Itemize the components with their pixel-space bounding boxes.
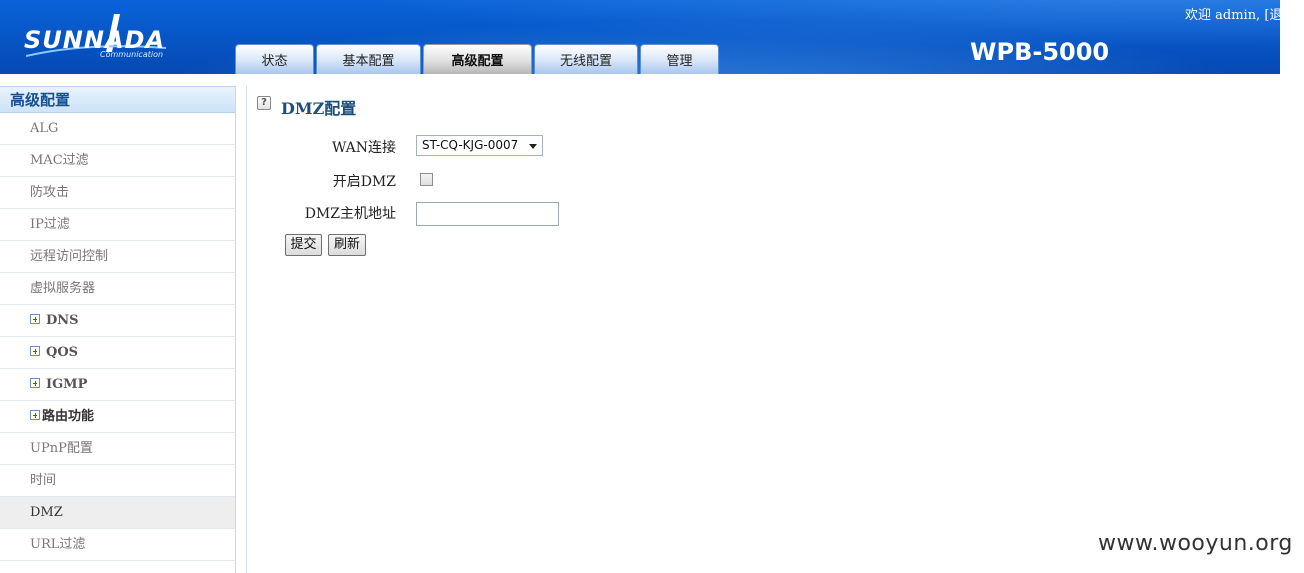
wan-connection-label: WAN连接 [331,140,396,156]
app-header: SUNNADA Communication 欢迎 admin, [退出] WPB… [0,0,1280,74]
tab-wireless-config[interactable]: 无线配置 [534,44,638,74]
submit-button[interactable]: 提交 [285,234,322,256]
device-model: WPB-5000 [970,38,1110,66]
wan-connection-select[interactable]: ST-CQ-KJG-0007 [416,135,543,156]
dmz-host-input[interactable] [416,202,559,226]
sidebar-item-mac-filter[interactable]: MAC过滤 [0,145,235,177]
expand-plus-icon[interactable] [30,377,40,388]
sidebar-item-dmz[interactable]: DMZ [0,497,235,529]
sidebar-title: 高级配置 [0,86,235,113]
dmz-host-label: DMZ主机地址 [304,206,396,222]
expand-plus-icon[interactable] [30,409,40,420]
sidebar-item-time[interactable]: 时间 [0,465,235,497]
sidebar-group-label: 路由功能 [42,409,95,424]
sidebar-item-remote-access[interactable]: 远程访问控制 [0,241,235,273]
sidebar-group-label: DNS [46,313,79,328]
help-icon[interactable]: ? [257,96,271,110]
sidebar-group-qos[interactable]: QOS [0,337,235,369]
sidebar-group-label: QOS [46,345,79,360]
page-title: DMZ配置 [281,99,357,118]
welcome-prefix: 欢迎 admin, [ [1185,8,1270,23]
header-divider [0,74,1304,86]
tab-advanced-config[interactable]: 高级配置 [423,44,532,74]
sidebar-group-dns[interactable]: DNS [0,305,235,337]
watermark-text: www.wooyun.org [1098,531,1293,556]
logo-subtitle: Communication [100,50,164,59]
sidebar-item-ip-filter[interactable]: IP过滤 [0,209,235,241]
refresh-button[interactable]: 刷新 [328,234,366,256]
sidebar-item-virtual-server[interactable]: 虚拟服务器 [0,273,235,305]
welcome-text: 欢迎 admin, [退出] [1185,4,1280,23]
sidebar-item-url-filter[interactable]: URL过滤 [0,529,235,561]
main-content: ? DMZ配置 WAN连接 ST-CQ-KJG-0007 开启DMZ DMZ主机… [246,86,1304,573]
expand-plus-icon[interactable] [30,345,40,356]
sidebar-item-upnp[interactable]: UPnP配置 [0,433,235,465]
enable-dmz-checkbox[interactable] [420,173,433,186]
sidebar-group-igmp[interactable]: IGMP [0,369,235,401]
chevron-down-icon [529,144,537,149]
header-right-strip [1280,0,1304,74]
tab-management[interactable]: 管理 [640,44,719,74]
wan-selected-value: ST-CQ-KJG-0007 [422,138,519,152]
sidebar: 高级配置 ALG MAC过滤 防攻击 IP过滤 远程访问控制 虚拟服务器 DNS… [0,86,236,573]
sidebar-group-routing[interactable]: 路由功能 [0,401,235,433]
expand-plus-icon[interactable] [30,313,40,324]
enable-dmz-label: 开启DMZ [332,174,396,190]
tab-basic-config[interactable]: 基本配置 [316,44,421,74]
sidebar-item-anti-attack[interactable]: 防攻击 [0,177,235,209]
tab-status[interactable]: 状态 [235,44,314,74]
sidebar-group-label: IGMP [46,377,88,392]
sidebar-item-alg[interactable]: ALG [0,113,235,145]
logout-link[interactable]: 退出 [1269,8,1280,23]
main-tabs: 状态 基本配置 高级配置 无线配置 管理 [235,44,719,74]
